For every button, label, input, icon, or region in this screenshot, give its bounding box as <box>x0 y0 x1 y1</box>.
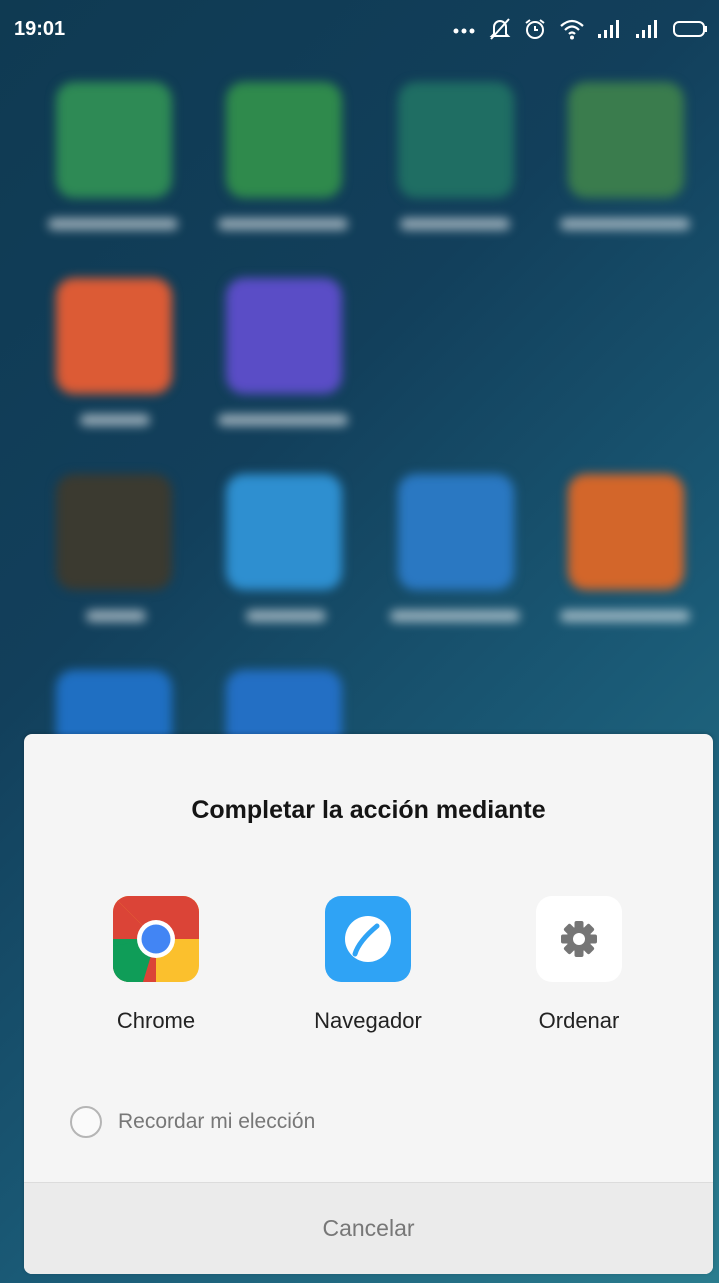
app-icon <box>568 82 684 198</box>
app-icon <box>56 474 172 590</box>
option-label: Chrome <box>116 1008 196 1033</box>
option-ordenar[interactable]: Ordenar <box>479 896 679 1034</box>
status-time: 19:01 <box>14 18 66 40</box>
app-label <box>86 610 146 622</box>
blurred-app-grid <box>0 70 719 786</box>
app-icon <box>568 474 684 590</box>
app-label <box>218 218 348 230</box>
battery-icon <box>673 21 707 37</box>
app-icon <box>56 278 172 394</box>
option-chrome[interactable]: Chrome <box>56 896 256 1034</box>
home-screen: 19:01 Completar la acción mediante Chrom… <box>0 0 719 1283</box>
app-icon <box>226 278 342 394</box>
app-label <box>246 610 326 622</box>
app-label <box>390 610 520 622</box>
remember-radio[interactable] <box>70 1106 102 1138</box>
bell-off-icon <box>489 18 511 40</box>
wifi-icon <box>560 19 584 40</box>
app-label <box>80 414 150 426</box>
app-label <box>560 610 690 622</box>
browser-icon <box>325 896 411 982</box>
app-label <box>400 218 510 230</box>
gear-icon <box>536 896 622 982</box>
status-bar: 19:01 <box>0 0 719 58</box>
alarm-icon <box>525 19 545 39</box>
signal-icon <box>636 20 657 38</box>
cancel-button[interactable]: Cancelar <box>24 1183 713 1274</box>
chrome-icon <box>113 896 199 982</box>
app-label <box>218 414 348 426</box>
remember-choice[interactable]: Recordar mi elección <box>70 1106 315 1138</box>
app-icon <box>398 82 514 198</box>
app-icon <box>56 82 172 198</box>
app-icon <box>226 474 342 590</box>
chooser-dialog: Completar la acción mediante Chrome Nave… <box>24 734 713 1274</box>
option-navegador[interactable]: Navegador <box>268 896 468 1034</box>
app-icon <box>226 82 342 198</box>
status-icons <box>453 14 709 44</box>
option-label: Navegador <box>314 1008 422 1033</box>
dialog-title: Completar la acción mediante <box>191 796 546 824</box>
remember-label: Recordar mi elección <box>118 1110 316 1133</box>
signal-icon <box>598 20 619 38</box>
app-label <box>560 218 690 230</box>
more-dots-icon <box>453 28 475 34</box>
app-label <box>48 218 178 230</box>
app-icon <box>398 474 514 590</box>
option-label: Ordenar <box>538 1008 620 1033</box>
